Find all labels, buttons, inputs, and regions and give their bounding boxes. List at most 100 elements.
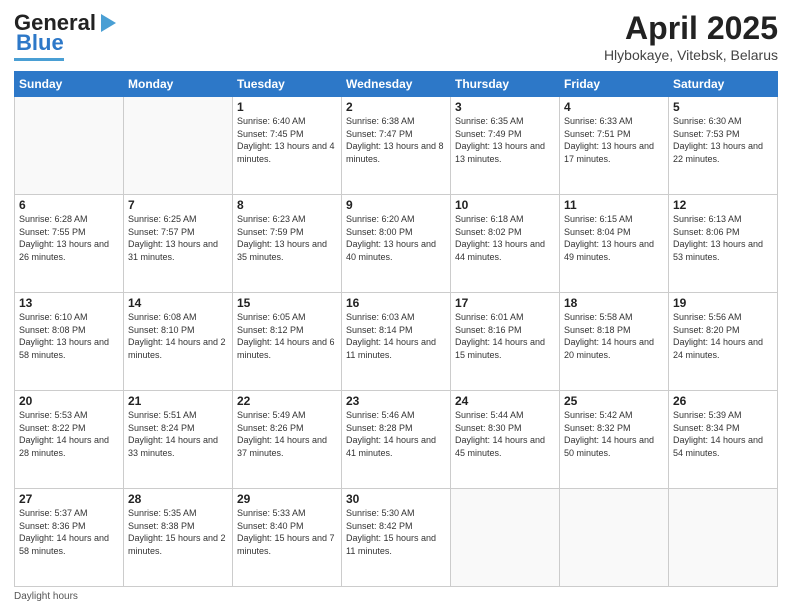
day-number: 26 <box>673 394 773 408</box>
logo-underline <box>14 58 64 61</box>
table-row: 2 Sunrise: 6:38 AMSunset: 7:47 PMDayligh… <box>342 97 451 195</box>
table-row: 14 Sunrise: 6:08 AMSunset: 8:10 PMDaylig… <box>124 293 233 391</box>
day-number: 14 <box>128 296 228 310</box>
day-info: Sunrise: 5:42 AMSunset: 8:32 PMDaylight:… <box>564 410 654 458</box>
calendar-week-row: 6 Sunrise: 6:28 AMSunset: 7:55 PMDayligh… <box>15 195 778 293</box>
col-sunday: Sunday <box>15 72 124 97</box>
table-row: 6 Sunrise: 6:28 AMSunset: 7:55 PMDayligh… <box>15 195 124 293</box>
day-info: Sunrise: 6:01 AMSunset: 8:16 PMDaylight:… <box>455 312 545 360</box>
table-row: 22 Sunrise: 5:49 AMSunset: 8:26 PMDaylig… <box>233 391 342 489</box>
day-info: Sunrise: 5:44 AMSunset: 8:30 PMDaylight:… <box>455 410 545 458</box>
day-info: Sunrise: 6:28 AMSunset: 7:55 PMDaylight:… <box>19 214 109 262</box>
day-number: 19 <box>673 296 773 310</box>
day-number: 28 <box>128 492 228 506</box>
table-row: 28 Sunrise: 5:35 AMSunset: 8:38 PMDaylig… <box>124 489 233 587</box>
day-info: Sunrise: 5:53 AMSunset: 8:22 PMDaylight:… <box>19 410 109 458</box>
table-row: 18 Sunrise: 5:58 AMSunset: 8:18 PMDaylig… <box>560 293 669 391</box>
day-info: Sunrise: 5:49 AMSunset: 8:26 PMDaylight:… <box>237 410 327 458</box>
day-number: 23 <box>346 394 446 408</box>
logo: General Blue <box>14 10 116 61</box>
day-number: 15 <box>237 296 337 310</box>
day-number: 11 <box>564 198 664 212</box>
day-number: 22 <box>237 394 337 408</box>
day-number: 30 <box>346 492 446 506</box>
table-row: 29 Sunrise: 5:33 AMSunset: 8:40 PMDaylig… <box>233 489 342 587</box>
footer-note: Daylight hours <box>14 591 778 602</box>
table-row: 30 Sunrise: 5:30 AMSunset: 8:42 PMDaylig… <box>342 489 451 587</box>
day-number: 6 <box>19 198 119 212</box>
day-info: Sunrise: 6:35 AMSunset: 7:49 PMDaylight:… <box>455 116 545 164</box>
table-row: 25 Sunrise: 5:42 AMSunset: 8:32 PMDaylig… <box>560 391 669 489</box>
day-number: 27 <box>19 492 119 506</box>
day-info: Sunrise: 5:37 AMSunset: 8:36 PMDaylight:… <box>19 508 109 556</box>
table-row <box>15 97 124 195</box>
table-row <box>560 489 669 587</box>
day-info: Sunrise: 6:15 AMSunset: 8:04 PMDaylight:… <box>564 214 654 262</box>
col-saturday: Saturday <box>669 72 778 97</box>
page: General Blue April 2025 Hlybokaye, Viteb… <box>0 0 792 612</box>
day-info: Sunrise: 6:13 AMSunset: 8:06 PMDaylight:… <box>673 214 763 262</box>
table-row: 20 Sunrise: 5:53 AMSunset: 8:22 PMDaylig… <box>15 391 124 489</box>
day-info: Sunrise: 5:30 AMSunset: 8:42 PMDaylight:… <box>346 508 436 556</box>
table-row: 17 Sunrise: 6:01 AMSunset: 8:16 PMDaylig… <box>451 293 560 391</box>
col-monday: Monday <box>124 72 233 97</box>
table-row: 10 Sunrise: 6:18 AMSunset: 8:02 PMDaylig… <box>451 195 560 293</box>
day-number: 25 <box>564 394 664 408</box>
day-info: Sunrise: 6:20 AMSunset: 8:00 PMDaylight:… <box>346 214 436 262</box>
table-row: 3 Sunrise: 6:35 AMSunset: 7:49 PMDayligh… <box>451 97 560 195</box>
month-title: April 2025 <box>604 10 778 47</box>
calendar-week-row: 1 Sunrise: 6:40 AMSunset: 7:45 PMDayligh… <box>15 97 778 195</box>
day-info: Sunrise: 6:05 AMSunset: 8:12 PMDaylight:… <box>237 312 335 360</box>
day-info: Sunrise: 6:38 AMSunset: 7:47 PMDaylight:… <box>346 116 444 164</box>
day-number: 10 <box>455 198 555 212</box>
calendar-week-row: 20 Sunrise: 5:53 AMSunset: 8:22 PMDaylig… <box>15 391 778 489</box>
logo-arrow-icon <box>101 14 116 32</box>
calendar-header-row: Sunday Monday Tuesday Wednesday Thursday… <box>15 72 778 97</box>
table-row: 15 Sunrise: 6:05 AMSunset: 8:12 PMDaylig… <box>233 293 342 391</box>
location: Hlybokaye, Vitebsk, Belarus <box>604 47 778 63</box>
day-number: 8 <box>237 198 337 212</box>
header: General Blue April 2025 Hlybokaye, Viteb… <box>14 10 778 63</box>
day-number: 12 <box>673 198 773 212</box>
day-number: 13 <box>19 296 119 310</box>
table-row: 27 Sunrise: 5:37 AMSunset: 8:36 PMDaylig… <box>15 489 124 587</box>
table-row: 9 Sunrise: 6:20 AMSunset: 8:00 PMDayligh… <box>342 195 451 293</box>
table-row: 21 Sunrise: 5:51 AMSunset: 8:24 PMDaylig… <box>124 391 233 489</box>
calendar-week-row: 27 Sunrise: 5:37 AMSunset: 8:36 PMDaylig… <box>15 489 778 587</box>
day-number: 18 <box>564 296 664 310</box>
col-wednesday: Wednesday <box>342 72 451 97</box>
day-info: Sunrise: 6:18 AMSunset: 8:02 PMDaylight:… <box>455 214 545 262</box>
day-info: Sunrise: 5:35 AMSunset: 8:38 PMDaylight:… <box>128 508 226 556</box>
table-row: 19 Sunrise: 5:56 AMSunset: 8:20 PMDaylig… <box>669 293 778 391</box>
day-number: 24 <box>455 394 555 408</box>
day-number: 21 <box>128 394 228 408</box>
day-number: 1 <box>237 100 337 114</box>
day-info: Sunrise: 6:23 AMSunset: 7:59 PMDaylight:… <box>237 214 327 262</box>
table-row <box>451 489 560 587</box>
table-row: 1 Sunrise: 6:40 AMSunset: 7:45 PMDayligh… <box>233 97 342 195</box>
day-info: Sunrise: 6:10 AMSunset: 8:08 PMDaylight:… <box>19 312 109 360</box>
table-row: 11 Sunrise: 6:15 AMSunset: 8:04 PMDaylig… <box>560 195 669 293</box>
table-row: 13 Sunrise: 6:10 AMSunset: 8:08 PMDaylig… <box>15 293 124 391</box>
day-number: 5 <box>673 100 773 114</box>
table-row: 23 Sunrise: 5:46 AMSunset: 8:28 PMDaylig… <box>342 391 451 489</box>
table-row <box>669 489 778 587</box>
table-row: 7 Sunrise: 6:25 AMSunset: 7:57 PMDayligh… <box>124 195 233 293</box>
day-number: 9 <box>346 198 446 212</box>
day-info: Sunrise: 6:25 AMSunset: 7:57 PMDaylight:… <box>128 214 218 262</box>
day-number: 7 <box>128 198 228 212</box>
logo-blue-text: Blue <box>16 30 64 56</box>
calendar-table: Sunday Monday Tuesday Wednesday Thursday… <box>14 71 778 587</box>
day-info: Sunrise: 6:40 AMSunset: 7:45 PMDaylight:… <box>237 116 335 164</box>
col-tuesday: Tuesday <box>233 72 342 97</box>
day-info: Sunrise: 5:51 AMSunset: 8:24 PMDaylight:… <box>128 410 218 458</box>
day-info: Sunrise: 5:46 AMSunset: 8:28 PMDaylight:… <box>346 410 436 458</box>
daylight-label: Daylight hours <box>14 591 78 602</box>
day-info: Sunrise: 5:56 AMSunset: 8:20 PMDaylight:… <box>673 312 763 360</box>
table-row: 12 Sunrise: 6:13 AMSunset: 8:06 PMDaylig… <box>669 195 778 293</box>
day-number: 4 <box>564 100 664 114</box>
day-number: 2 <box>346 100 446 114</box>
day-number: 17 <box>455 296 555 310</box>
day-number: 20 <box>19 394 119 408</box>
day-info: Sunrise: 5:58 AMSunset: 8:18 PMDaylight:… <box>564 312 654 360</box>
